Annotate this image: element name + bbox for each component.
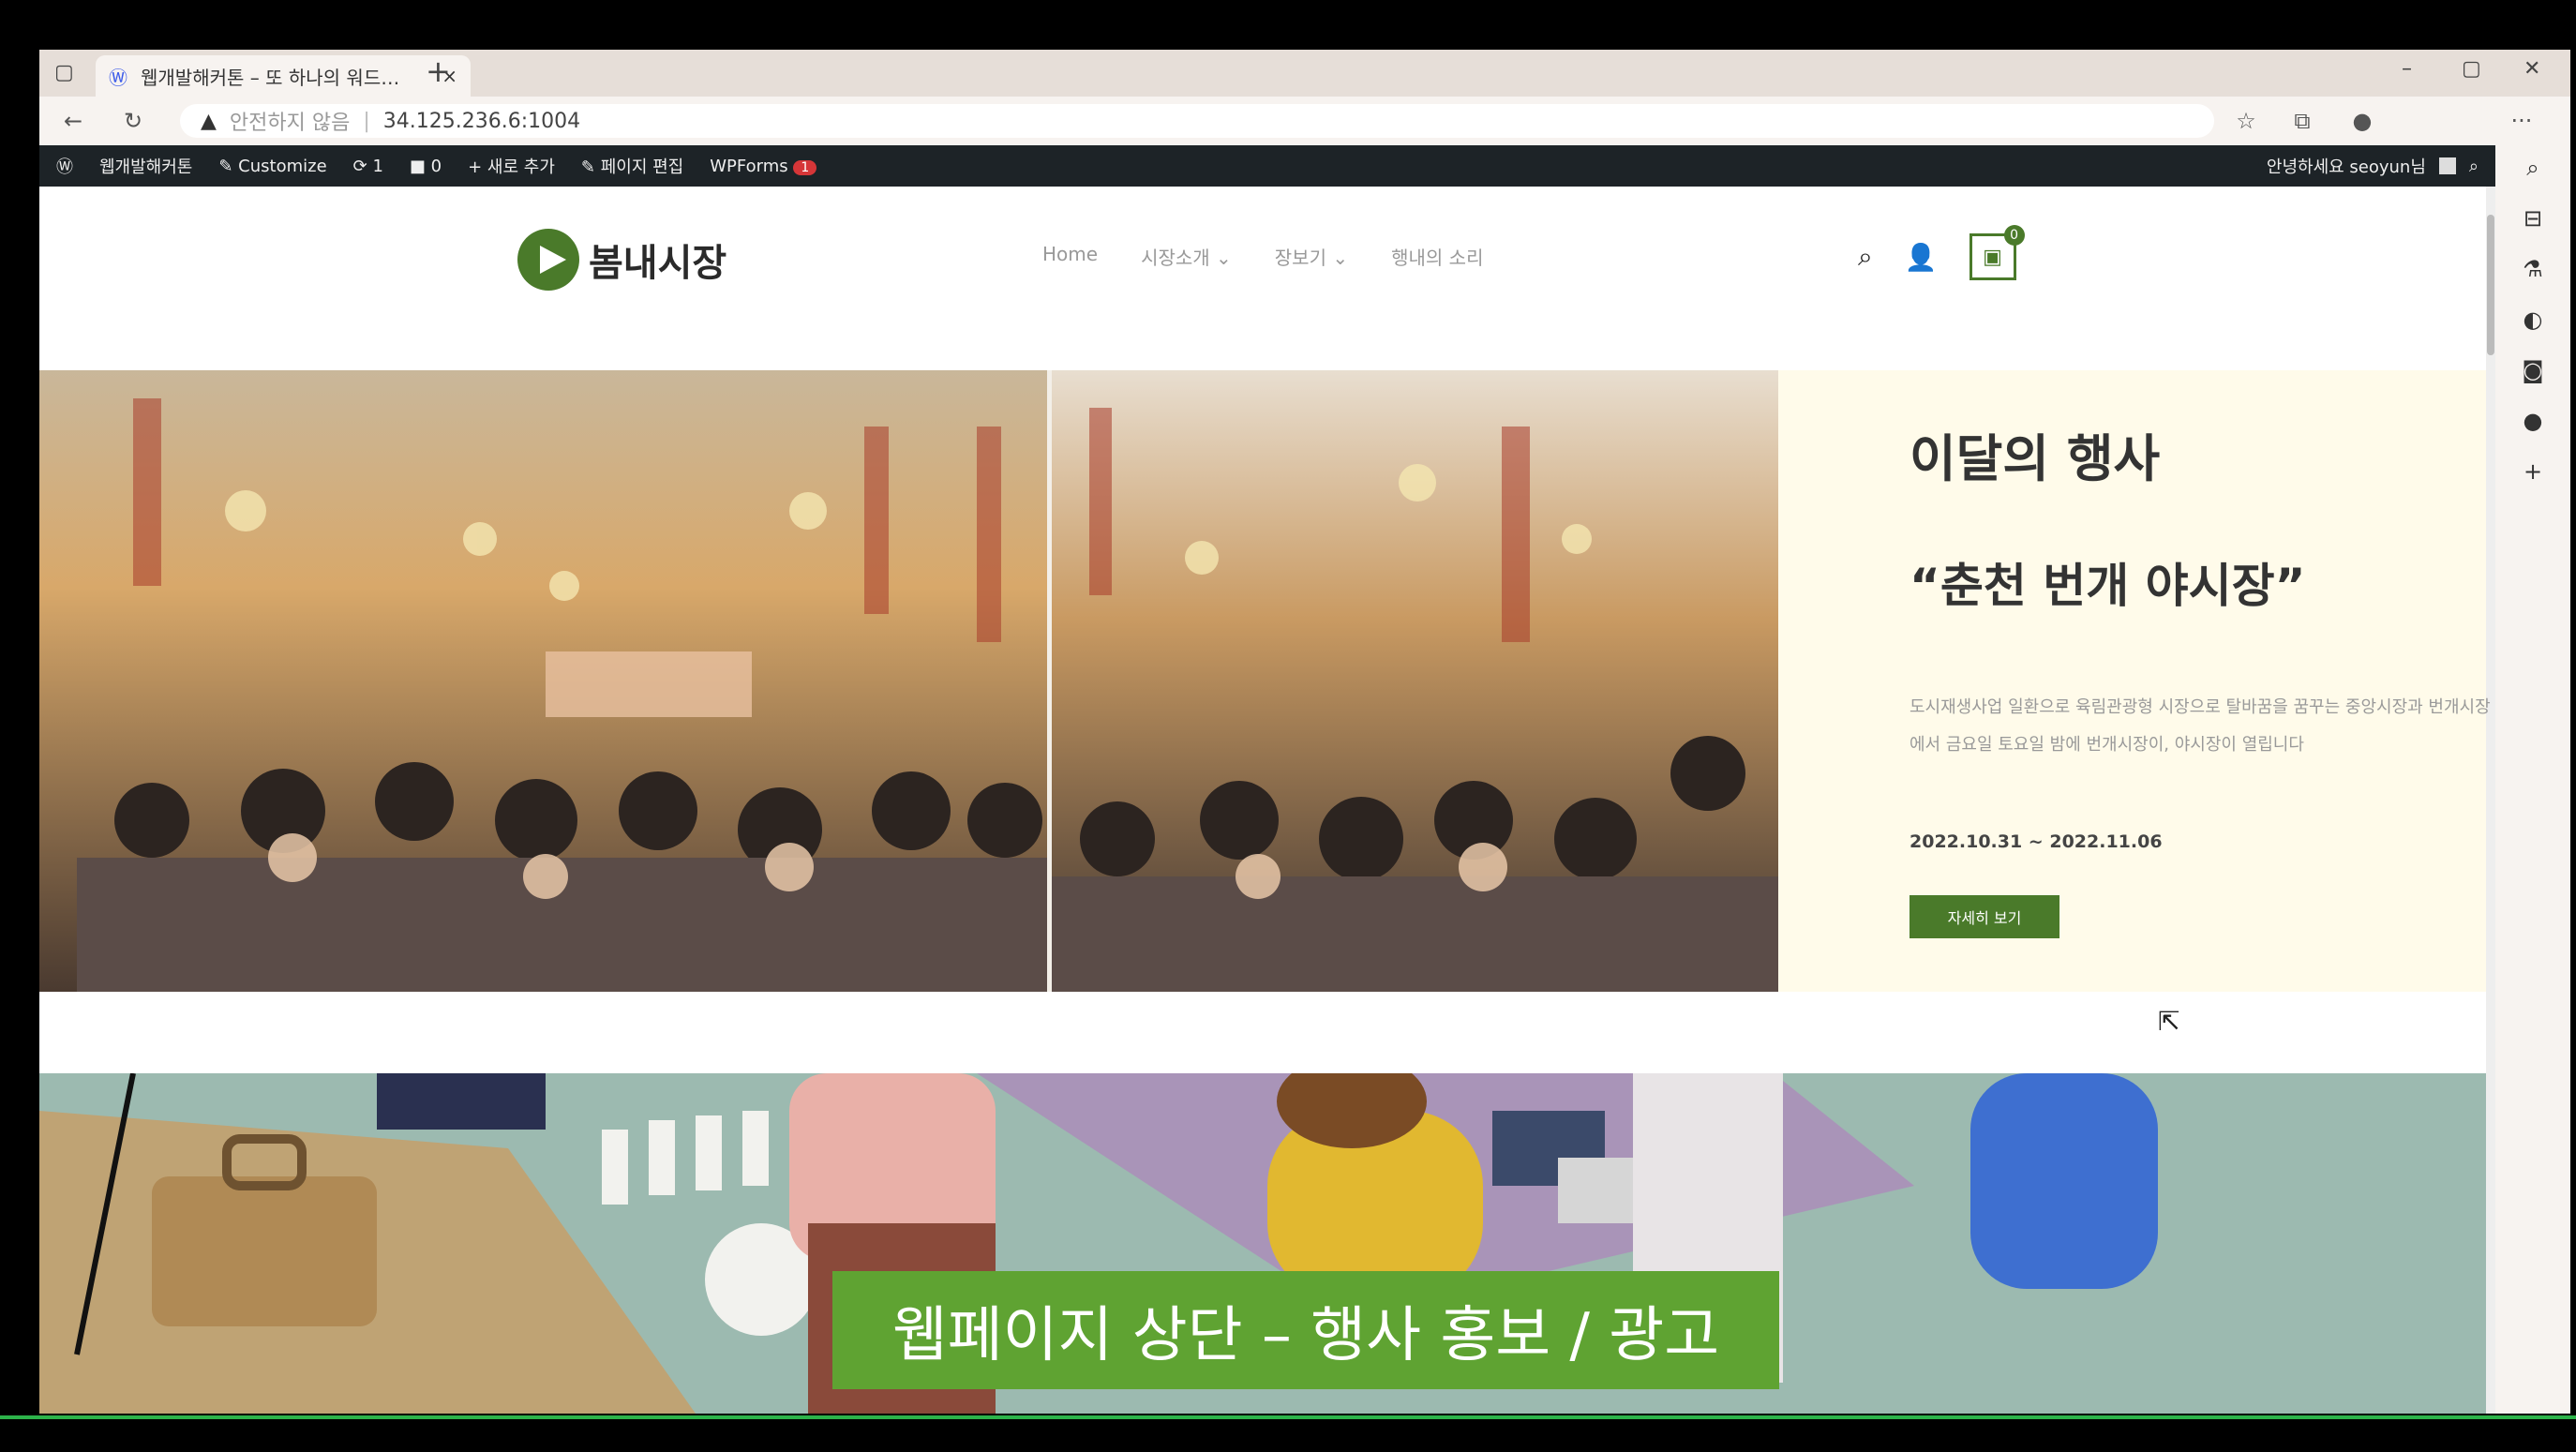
warning-icon: ▲ bbox=[201, 109, 217, 133]
admin-site-name[interactable]: 웹개발해커톤 bbox=[99, 154, 192, 178]
divider: | bbox=[363, 109, 370, 133]
edge-sidebar: ⌕ ⊟ ⚗ ◐ ◙ ● + bbox=[2495, 145, 2570, 1414]
circle-icon[interactable]: ● bbox=[2524, 408, 2543, 434]
event-detail-button[interactable]: 자세히 보기 bbox=[1910, 895, 2059, 938]
market-photo-illustration bbox=[39, 370, 1778, 992]
toolbar: ← ↻ ▲ 안전하지 않음 | 34.125.236.6:1004 ☆ ⧉ ● … bbox=[39, 97, 2570, 145]
tab-title: 웹개발해커톤 – 또 하나의 워드… bbox=[141, 66, 400, 89]
hero-market-photo bbox=[39, 370, 1778, 992]
wordpress-favicon-icon: Ⓦ bbox=[109, 66, 127, 89]
event-panel: 이달의 행사 “춘천 번개 야시장” 도시재생사업 일환으로 육림관광형 시장으… bbox=[1778, 370, 2491, 992]
main-nav: Home 시장소개 ⌄ 장보기 ⌄ 행내의 소리 bbox=[1042, 243, 1483, 270]
admin-new[interactable]: + 새로 추가 bbox=[468, 154, 555, 178]
scrollbar-thumb[interactable] bbox=[2487, 215, 2494, 355]
maximize-button[interactable]: ▢ bbox=[2462, 57, 2481, 81]
avatar[interactable] bbox=[2438, 157, 2456, 174]
close-window-button[interactable]: ✕ bbox=[2524, 57, 2540, 81]
mouse-cursor-icon: ⇱ bbox=[2158, 1006, 2180, 1037]
admin-comments[interactable]: ■ 0 bbox=[410, 157, 442, 176]
progress-line bbox=[0, 1415, 2576, 1419]
scrollbar[interactable] bbox=[2486, 187, 2495, 1414]
cart-button[interactable]: ▣ 0 bbox=[1969, 225, 2025, 280]
video-caption: 웹페이지 상단 – 행사 홍보 / 광고 bbox=[832, 1271, 1779, 1389]
tab-active[interactable]: Ⓦ 웹개발해커톤 – 또 하나의 워드… × bbox=[96, 55, 471, 97]
profile-icon[interactable]: ● bbox=[2345, 104, 2379, 138]
outlook-icon[interactable]: ◙ bbox=[2522, 357, 2543, 383]
shopping-icon[interactable]: ⊟ bbox=[2524, 205, 2542, 232]
site-logo[interactable]: 봄내시장 bbox=[517, 222, 726, 297]
event-date: 2022.10.31 ~ 2022.11.06 bbox=[1910, 831, 2163, 852]
url-text: 34.125.236.6:1004 bbox=[382, 109, 581, 133]
wordpress-logo-icon[interactable]: Ⓦ bbox=[56, 154, 73, 178]
tab-bar: ▢ Ⓦ 웹개발해커톤 – 또 하나의 워드… × + – ▢ ✕ bbox=[39, 50, 2570, 97]
refresh-icon[interactable]: ↻ bbox=[116, 104, 150, 138]
new-tab-button[interactable]: + bbox=[426, 53, 451, 89]
search-icon[interactable]: ⌕ bbox=[2526, 155, 2539, 181]
minimize-button[interactable]: – bbox=[2402, 57, 2412, 81]
event-heading: 이달의 행사 bbox=[1910, 429, 2161, 488]
admin-edit-page[interactable]: ✎ 페이지 편집 bbox=[581, 154, 683, 178]
browser-window: ▢ Ⓦ 웹개발해커톤 – 또 하나의 워드… × + – ▢ ✕ ← ↻ ▲ 안… bbox=[39, 50, 2570, 1414]
admin-customize[interactable]: ✎ Customize bbox=[218, 157, 326, 176]
admin-search-icon[interactable]: ⌕ bbox=[2469, 157, 2479, 176]
wp-admin-bar: Ⓦ 웹개발해커톤 ✎ Customize ⟳ 1 ■ 0 + 새로 추가 ✎ 페… bbox=[39, 145, 2495, 187]
collections-icon[interactable]: ⧉ bbox=[2285, 104, 2319, 138]
nav-shopping[interactable]: 장보기 ⌄ bbox=[1275, 243, 1348, 270]
nav-market-intro[interactable]: 시장소개 ⌄ bbox=[1141, 243, 1232, 270]
nav-voice[interactable]: 행내의 소리 bbox=[1391, 243, 1483, 270]
security-label: 안전하지 않음 bbox=[229, 112, 351, 135]
site-header: 봄내시장 Home 시장소개 ⌄ 장보기 ⌄ 행내의 소리 ⌕ 👤 ▣ 0 bbox=[39, 187, 2486, 370]
event-title: “춘천 번개 야시장” bbox=[1910, 559, 2306, 613]
back-icon[interactable]: ← bbox=[56, 104, 90, 138]
more-icon[interactable]: ··· bbox=[2505, 104, 2539, 138]
header-icons: ⌕ 👤 ▣ 0 bbox=[1858, 225, 2025, 280]
admin-greeting[interactable]: 안녕하세요 seoyun님 bbox=[2267, 154, 2426, 178]
cart-count: 0 bbox=[2003, 225, 2025, 246]
account-icon[interactable]: 👤 bbox=[1905, 242, 1938, 273]
event-description: 도시재생사업 일환으로 육림관광형 시장으로 탈바꿈을 꿈꾸는 중앙시장과 번개… bbox=[1910, 697, 2491, 755]
admin-updates[interactable]: ⟳ 1 bbox=[353, 157, 383, 176]
favorites-icon[interactable]: ☆ bbox=[2229, 104, 2263, 138]
site-search-icon[interactable]: ⌕ bbox=[1858, 241, 1873, 273]
cart-icon: ▣ bbox=[1983, 245, 2002, 269]
wpforms-badge: 1 bbox=[793, 159, 817, 175]
tools-icon[interactable]: ⚗ bbox=[2523, 256, 2543, 282]
office-icon[interactable]: ◐ bbox=[2524, 307, 2543, 333]
tab-actions-icon[interactable]: ▢ bbox=[54, 61, 74, 84]
add-icon[interactable]: + bbox=[2524, 458, 2542, 485]
address-bar[interactable]: ▲ 안전하지 않음 | 34.125.236.6:1004 bbox=[180, 104, 2214, 138]
logo-mark-icon bbox=[517, 229, 579, 291]
logo-text: 봄내시장 bbox=[589, 242, 727, 285]
nav-home[interactable]: Home bbox=[1042, 243, 1098, 270]
admin-wpforms[interactable]: WPForms 1 bbox=[710, 157, 817, 176]
